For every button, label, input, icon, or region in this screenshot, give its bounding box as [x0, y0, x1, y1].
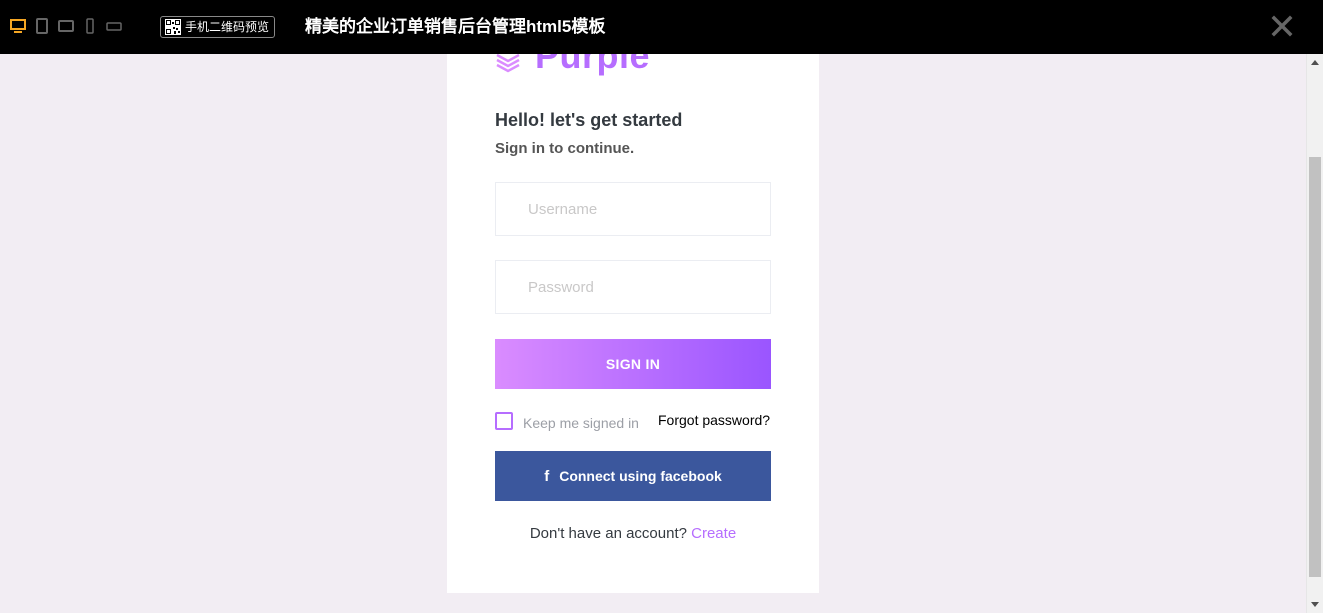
password-input[interactable]	[495, 260, 771, 314]
facebook-icon: f	[544, 467, 550, 485]
forgot-password-link[interactable]: Forgot password?	[658, 412, 770, 428]
signup-prompt-text: Don't have an account?	[529, 525, 687, 542]
login-heading: Hello! let's get started	[495, 110, 683, 130]
scroll-down-arrow-icon[interactable]	[1311, 602, 1319, 607]
desktop-icon[interactable]	[10, 18, 26, 34]
scrollbar[interactable]	[1306, 54, 1323, 613]
signup-prompt: Don't have an account? Create	[447, 525, 819, 542]
phone-portrait-icon[interactable]	[86, 18, 94, 34]
sign-in-button[interactable]: SIGN IN	[495, 339, 771, 389]
tablet-landscape-icon[interactable]	[58, 20, 74, 32]
preview-toolbar: 手机二维码预览 精美的企业订单销售后台管理html5模板	[0, 0, 1323, 54]
qr-code-icon	[165, 19, 181, 35]
page-title: 精美的企业订单销售后台管理html5模板	[305, 17, 606, 36]
facebook-connect-label: Connect using facebook	[559, 468, 722, 484]
brand-name: Purple	[535, 54, 651, 76]
layers-icon	[496, 54, 520, 73]
create-account-link[interactable]: Create	[691, 525, 736, 542]
close-icon[interactable]	[1270, 14, 1294, 38]
login-subheading: Sign in to continue.	[495, 140, 635, 157]
scroll-up-arrow-icon[interactable]	[1311, 60, 1319, 65]
scroll-thumb[interactable]	[1309, 157, 1321, 577]
qr-preview-label: 手机二维码预览	[185, 20, 270, 34]
phone-landscape-icon[interactable]	[106, 22, 122, 32]
tablet-portrait-icon[interactable]	[36, 18, 48, 34]
facebook-connect-button[interactable]: f Connect using facebook	[495, 451, 771, 501]
username-input[interactable]	[495, 182, 771, 236]
keep-signed-in-label[interactable]: Keep me signed in	[523, 415, 639, 431]
qr-preview-button[interactable]: 手机二维码预览	[160, 16, 276, 38]
keep-signed-in-checkbox[interactable]	[495, 412, 513, 430]
login-card: Purple Hello! let's get started Sign in …	[447, 54, 819, 593]
brand-logo: Purple	[447, 54, 819, 84]
